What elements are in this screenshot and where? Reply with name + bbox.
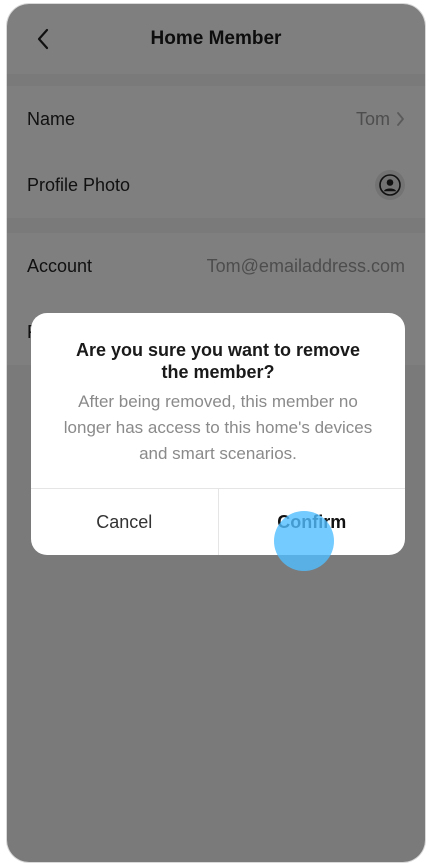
dialog-title: Are you sure you want to remove the memb… <box>75 340 361 382</box>
touch-indicator <box>274 511 334 571</box>
dialog-message: After being removed, this member no long… <box>63 392 373 463</box>
dialog-actions: Cancel Confirm <box>31 488 405 555</box>
phone-screen: Home Member Name Tom Profile Photo Accou… <box>7 4 425 862</box>
remove-member-dialog: Are you sure you want to remove the memb… <box>31 313 405 555</box>
cancel-button[interactable]: Cancel <box>31 489 219 555</box>
